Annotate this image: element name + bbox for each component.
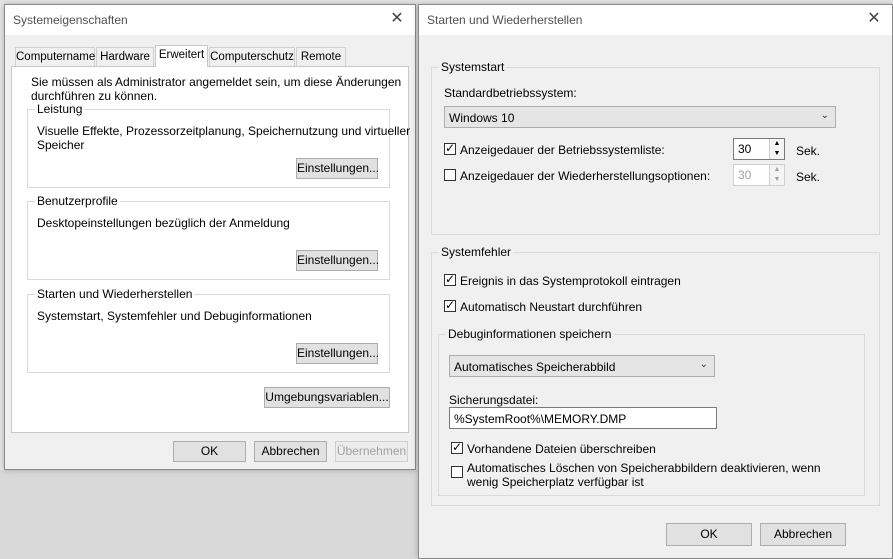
auto-restart-checkbox[interactable]: ✓ xyxy=(444,298,456,312)
show-recovery-spinner[interactable]: 30 ▲ ▼ xyxy=(733,164,785,186)
system-properties-window: Systemeigenschaften ✕ Computername Hardw… xyxy=(4,4,416,470)
startup-recovery-window: Starten und Wiederherstellen ✕ Systemsta… xyxy=(418,4,893,559)
tab-erweitert[interactable]: Erweitert xyxy=(155,45,208,67)
title-bar: Systemeigenschaften ✕ xyxy=(5,5,415,35)
seconds-unit: Sek. xyxy=(796,170,821,184)
spin-down-icon[interactable]: ▼ xyxy=(769,149,784,159)
group-label: Systemfehler xyxy=(439,245,514,259)
group-label: Benutzerprofile xyxy=(35,194,120,208)
auto-restart-label: Automatisch Neustart durchführen xyxy=(460,300,643,314)
spin-down-icon[interactable]: ▼ xyxy=(769,175,784,185)
checkmark-icon: ✓ xyxy=(445,298,456,312)
background-window-area xyxy=(0,470,420,559)
group-startup-recovery: Starten und Wiederherstellen Systemstart… xyxy=(27,287,390,373)
window-title: Starten und Wiederherstellen xyxy=(427,13,583,27)
group-label: Starten und Wiederherstellen xyxy=(35,287,195,301)
group-label: Debuginformationen speichern xyxy=(446,327,614,341)
spinner-value: 30 xyxy=(738,168,752,182)
dump-type-dropdown[interactable]: Automatisches Speicherabbild ⌄ xyxy=(449,355,715,377)
default-os-label: Standardbetriebssystem: xyxy=(444,86,577,100)
cancel-button[interactable]: Abbrechen xyxy=(760,523,846,546)
environment-variables-button[interactable]: Umgebungsvariablen... xyxy=(264,387,390,408)
profiles-settings-button[interactable]: Einstellungen... xyxy=(296,250,379,271)
log-event-label: Ereignis in das Systemprotokoll eintrage… xyxy=(460,274,681,288)
group-systemstart: Systemstart Standardbetriebssystem: Wind… xyxy=(431,60,880,235)
cancel-button[interactable]: Abbrechen xyxy=(254,441,327,462)
tab-computerschutz[interactable]: Computerschutz xyxy=(209,47,295,66)
show-os-list-checkbox[interactable]: ✓ xyxy=(444,141,456,155)
disable-auto-delete-checkbox[interactable] xyxy=(451,466,463,478)
tab-computername[interactable]: Computername xyxy=(15,47,95,66)
window-title: Systemeigenschaften xyxy=(13,13,128,27)
default-os-value: Windows 10 xyxy=(449,111,515,125)
checkmark-icon: ✓ xyxy=(445,141,456,155)
seconds-unit: Sek. xyxy=(796,144,821,158)
performance-settings-button[interactable]: Einstellungen... xyxy=(296,158,379,179)
admin-note-line1: Sie müssen als Administrator angemeldet … xyxy=(31,75,402,89)
title-bar: Starten und Wiederherstellen ✕ xyxy=(419,5,892,35)
tab-hardware[interactable]: Hardware xyxy=(96,47,154,66)
performance-desc-line2: Speicher xyxy=(37,138,85,152)
startup-desc: Systemstart, Systemfehler und Debuginfor… xyxy=(37,309,312,323)
show-os-list-label: Anzeigedauer der Betriebssystemliste: xyxy=(460,143,665,157)
profiles-desc: Desktopeinstellungen bezüglich der Anmel… xyxy=(37,216,290,230)
group-performance: Leistung Visuelle Effekte, Prozessorzeit… xyxy=(27,102,410,188)
overwrite-checkbox[interactable]: ✓ xyxy=(451,440,463,454)
apply-button[interactable]: Übernehmen xyxy=(335,441,408,462)
close-icon[interactable]: ✕ xyxy=(387,9,407,29)
ok-button[interactable]: OK xyxy=(173,441,246,462)
dump-file-value: %SystemRoot%\MEMORY.DMP xyxy=(454,412,627,426)
group-debug-info: Debuginformationen speichern Automatisch… xyxy=(438,327,865,496)
show-recovery-checkbox[interactable] xyxy=(444,169,456,181)
chevron-down-icon: ⌄ xyxy=(820,110,829,121)
ok-button[interactable]: OK xyxy=(666,523,752,546)
default-os-dropdown[interactable]: Windows 10 ⌄ xyxy=(444,106,836,128)
dump-file-label: Sicherungsdatei: xyxy=(449,393,539,407)
dump-type-value: Automatisches Speicherabbild xyxy=(454,360,616,374)
dump-file-input[interactable]: %SystemRoot%\MEMORY.DMP xyxy=(449,407,717,429)
group-user-profiles: Benutzerprofile Desktopeinstellungen bez… xyxy=(27,194,390,280)
close-icon[interactable]: ✕ xyxy=(864,9,884,29)
performance-desc-line1: Visuelle Effekte, Prozessorzeitplanung, … xyxy=(37,124,411,138)
log-event-checkbox[interactable]: ✓ xyxy=(444,272,456,286)
chevron-down-icon: ⌄ xyxy=(699,359,708,370)
spinner-value: 30 xyxy=(738,142,752,156)
group-label: Systemstart xyxy=(439,60,507,74)
checkmark-icon: ✓ xyxy=(452,440,463,454)
tab-remote[interactable]: Remote xyxy=(296,47,346,66)
show-recovery-label: Anzeigedauer der Wiederherstellungsoptio… xyxy=(460,169,711,183)
admin-note-line2: durchführen zu können. xyxy=(31,89,158,103)
show-os-list-spinner[interactable]: 30 ▲ ▼ xyxy=(733,138,785,160)
startup-settings-button[interactable]: Einstellungen... xyxy=(296,343,379,364)
checkmark-icon: ✓ xyxy=(445,272,456,286)
disable-auto-delete-line1: Automatisches Löschen von Speicherabbild… xyxy=(467,461,821,475)
group-systemfehler: Systemfehler ✓ Ereignis in das Systempro… xyxy=(431,245,880,506)
group-label: Leistung xyxy=(35,102,85,116)
disable-auto-delete-line2: wenig Speicherplatz verfügbar ist xyxy=(467,475,644,489)
tab-panel-erweitert: Sie müssen als Administrator angemeldet … xyxy=(11,66,410,433)
overwrite-label: Vorhandene Dateien überschreiben xyxy=(467,442,656,456)
